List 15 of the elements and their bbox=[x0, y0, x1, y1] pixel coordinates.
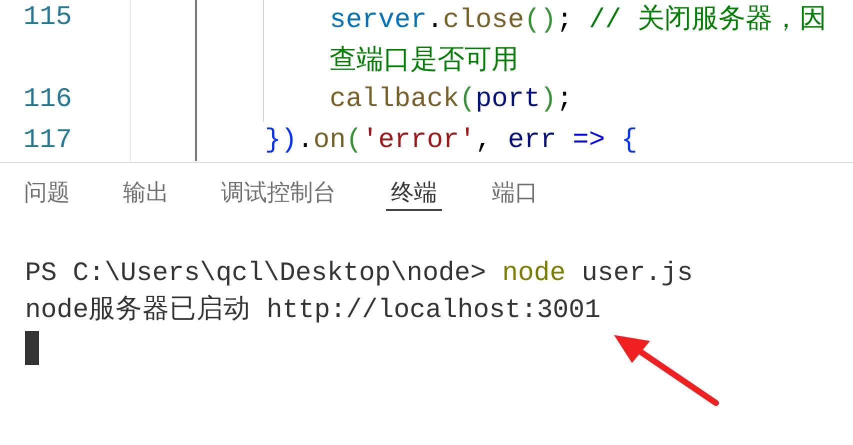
line-number: 117 bbox=[22, 126, 72, 156]
code-line: }).on('error', err => { bbox=[264, 126, 638, 156]
panel-tab[interactable]: 端口 bbox=[492, 177, 538, 211]
line-number: 116 bbox=[22, 84, 72, 114]
line-number: 115 bbox=[22, 2, 72, 32]
code-line: callback(port); bbox=[328, 84, 573, 114]
panel-tab[interactable]: 问题 bbox=[24, 177, 70, 211]
terminal-cursor bbox=[25, 331, 39, 365]
code-line: server.close(); // 关闭服务器，因 bbox=[328, 4, 826, 36]
panel-tab[interactable]: 终端 bbox=[386, 177, 442, 211]
terminal-line: PS C:\Users\qcl\Desktop\node> node user.js bbox=[25, 257, 694, 290]
terminal-line: node服务器已启动 http://localhost:3001 bbox=[25, 294, 602, 327]
code-line: 查端口是否可用 bbox=[328, 44, 519, 76]
panel-tab[interactable]: 输出 bbox=[123, 177, 169, 211]
panel-tab[interactable]: 调试控制台 bbox=[221, 177, 336, 211]
